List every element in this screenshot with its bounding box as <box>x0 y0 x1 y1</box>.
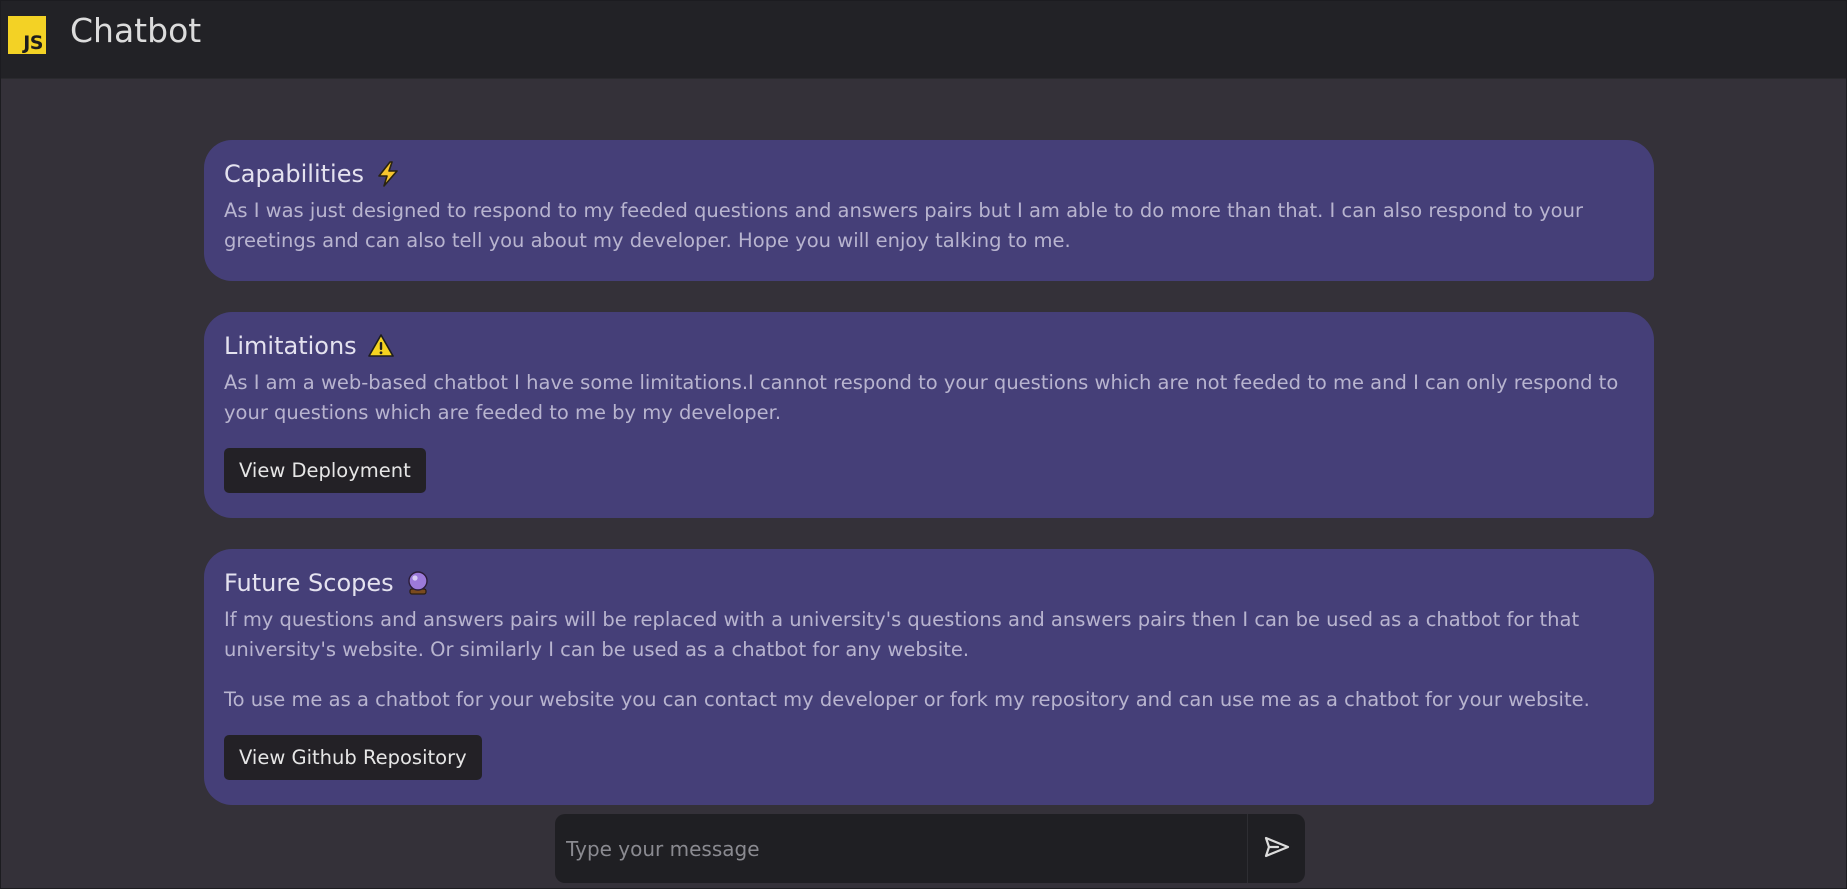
card-title: Future Scopes <box>224 569 394 597</box>
message-input[interactable] <box>555 814 1247 883</box>
capabilities-card: Capabilities As I was just designed to r… <box>204 140 1654 281</box>
card-description: As I am a web-based chatbot I have some … <box>224 371 1619 424</box>
view-github-repository-button[interactable]: View Github Repository <box>224 735 482 780</box>
card-title: Limitations <box>224 332 357 360</box>
card-heading: Capabilities <box>224 156 1634 192</box>
page: JS Chatbot Capabilities As I was just de… <box>0 0 1847 889</box>
js-logo: JS <box>8 16 46 54</box>
card-description: If my questions and answers pairs will b… <box>224 608 1580 661</box>
card-title: Capabilities <box>224 160 364 188</box>
crystal-ball-icon <box>404 569 432 597</box>
card-description: As I was just designed to respond to my … <box>224 199 1583 252</box>
limitations-card: Limitations As I am a web-based chatbot … <box>204 312 1654 518</box>
card-description: To use me as a chatbot for your website … <box>224 688 1590 711</box>
warning-icon <box>367 332 395 360</box>
app-header: JS Chatbot <box>1 1 1846 79</box>
lightning-icon <box>374 160 402 188</box>
send-icon <box>1263 835 1291 863</box>
card-heading: Future Scopes <box>224 565 1634 601</box>
app-title: Chatbot <box>70 11 202 50</box>
future-scopes-card: Future Scopes If my questions and answer… <box>204 549 1654 805</box>
message-composer <box>555 814 1305 883</box>
view-deployment-button[interactable]: View Deployment <box>224 448 426 493</box>
card-heading: Limitations <box>224 328 1634 364</box>
send-button[interactable] <box>1247 814 1305 883</box>
